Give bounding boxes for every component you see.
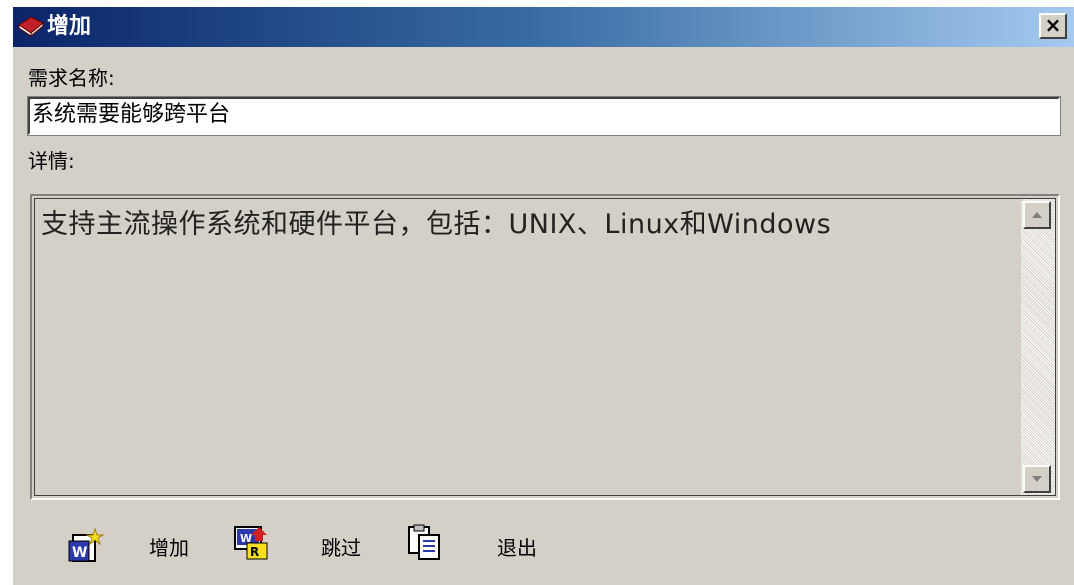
title-bar[interactable]: 增加 ×: [13, 7, 1074, 47]
add-button-label[interactable]: 增加: [149, 535, 189, 561]
add-requirement-dialog: 增加 × 需求名称: 系统需要能够跨平台 详情: 支持主流操作系统和硬件平台，包…: [12, 6, 1074, 585]
red-book-icon: [17, 13, 45, 39]
scroll-down-button[interactable]: [1023, 465, 1051, 493]
skip-document-icon[interactable]: W R: [233, 525, 271, 563]
svg-text:W: W: [72, 545, 87, 561]
arrow-down-icon: [1032, 476, 1042, 482]
requirement-name-label: 需求名称:: [28, 66, 115, 90]
details-scrollbar[interactable]: [1021, 199, 1055, 495]
details-label: 详情:: [28, 149, 75, 173]
requirement-name-input[interactable]: 系统需要能够跨平台: [27, 96, 1061, 136]
scroll-up-button[interactable]: [1023, 201, 1051, 229]
details-text: 支持主流操作系统和硬件平台，包括：UNIX、Linux和Windows: [41, 209, 832, 240]
svg-text:R: R: [250, 545, 259, 559]
close-button[interactable]: ×: [1039, 13, 1067, 39]
skip-button-label[interactable]: 跳过: [321, 535, 361, 561]
details-textarea[interactable]: 支持主流操作系统和硬件平台，包括：UNIX、Linux和Windows: [30, 194, 1060, 500]
arrow-up-icon: [1032, 212, 1042, 218]
clipboard-icon[interactable]: [405, 523, 443, 561]
exit-button-label[interactable]: 退出: [497, 535, 537, 561]
new-document-icon[interactable]: W: [67, 527, 105, 565]
window-title: 增加: [47, 14, 92, 39]
